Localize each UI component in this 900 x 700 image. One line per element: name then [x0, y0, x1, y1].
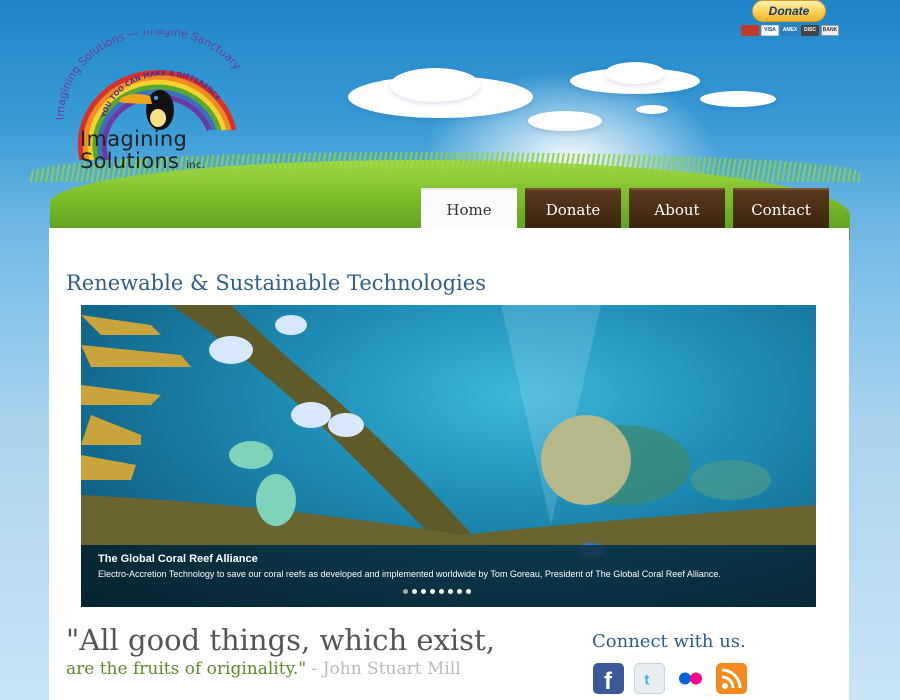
slider-dot[interactable]: [403, 589, 408, 594]
connect-title: Connect with us.: [592, 631, 746, 652]
amex-icon: AMEX: [781, 25, 799, 36]
quote-line2: are the fruits of originality." - John S…: [66, 659, 461, 679]
caption-text: Electro-Accretion Technology to save our…: [98, 569, 721, 579]
caption-title: The Global Coral Reef Alliance: [98, 553, 258, 565]
twitter-icon[interactable]: t: [634, 663, 665, 694]
slider-dot[interactable]: [439, 589, 444, 594]
svg-text:f: f: [604, 668, 613, 694]
toucan-icon: [118, 90, 174, 130]
flickr-icon[interactable]: [675, 663, 706, 694]
slider-pagination: [403, 589, 471, 594]
cloud: [528, 111, 602, 131]
facebook-icon[interactable]: f: [593, 663, 624, 694]
slider-dot[interactable]: [448, 589, 453, 594]
quote-text: are the fruits of originality.": [66, 659, 307, 679]
slider-dot[interactable]: [457, 589, 462, 594]
quote-author: - John Stuart Mill: [306, 659, 461, 679]
svg-text:t: t: [644, 672, 649, 689]
logo-brand-line2: Solutions: [80, 149, 180, 173]
bank-icon: BANK: [821, 25, 839, 36]
image-slider[interactable]: The Global Coral Reef Alliance Electro-A…: [81, 305, 816, 607]
logo-brand-line1: Imagining: [80, 127, 188, 151]
slider-dot[interactable]: [466, 589, 471, 594]
discover-icon: DISC: [801, 25, 819, 36]
slider-dot[interactable]: [412, 589, 417, 594]
cloud: [605, 62, 665, 84]
nav-tab-home[interactable]: Home: [421, 188, 517, 228]
page-title: Renewable & Sustainable Technologies: [66, 271, 486, 295]
nav-tab-contact[interactable]: Contact: [733, 188, 829, 228]
logo-brand-suffix: inc.: [186, 160, 206, 171]
logo-brand-text: Imagining Solutions inc.: [80, 128, 205, 177]
nav-tab-donate[interactable]: Donate: [525, 188, 621, 228]
payment-cards: VISA AMEX DISC BANK: [741, 25, 839, 36]
site-logo[interactable]: Imagining Solutions — Imagine Sanctuary …: [52, 24, 262, 180]
slider-dot[interactable]: [430, 589, 435, 594]
nav-tab-about[interactable]: About: [629, 188, 725, 228]
slider-dot[interactable]: [421, 589, 426, 594]
visa-icon: VISA: [761, 25, 779, 36]
cloud: [636, 105, 668, 114]
main-nav: Home Donate About Contact: [421, 188, 829, 228]
quote-line1: "All good things, which exist,: [66, 623, 495, 657]
slider-caption: The Global Coral Reef Alliance Electro-A…: [81, 545, 816, 607]
rss-icon[interactable]: [716, 663, 747, 694]
mastercard-icon: [741, 25, 759, 36]
paypal-donate-button[interactable]: Donate: [752, 0, 826, 22]
cloud: [700, 91, 776, 107]
social-links: f t: [593, 663, 747, 694]
cloud: [390, 68, 480, 102]
